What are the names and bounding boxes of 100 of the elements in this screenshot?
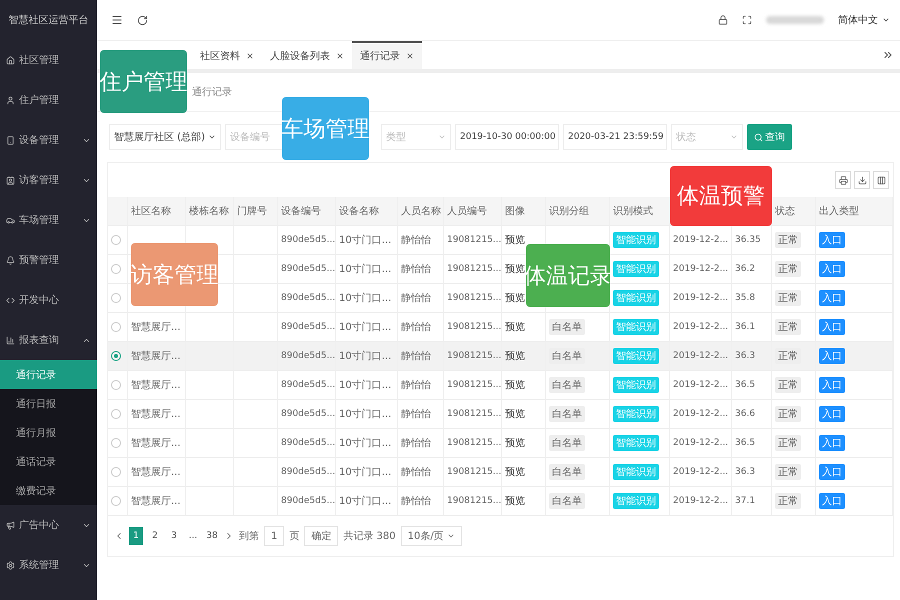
radio-button[interactable] [111,496,121,506]
image-preview-link[interactable]: 预览 [505,233,525,247]
page-number[interactable]: 2 [148,527,162,545]
sidebar-item[interactable]: 社区管理 [0,40,97,80]
breadcrumb: 通行记录 [192,86,232,99]
radio-button[interactable] [111,293,121,303]
user-icon [6,96,15,104]
table-cell: 890de5d5... [278,429,336,457]
image-preview-link[interactable]: 预览 [505,465,525,479]
table-cell: 890de5d5... [278,400,336,428]
status-tag: 正常 [775,464,801,480]
table-cell: 2019-12-2... [670,400,732,428]
feature-label: 车场管理 [282,97,369,160]
table-cell: 10寸门口... [336,400,398,428]
group-tag: 白名单 [549,377,585,393]
lock-icon[interactable] [718,15,728,25]
mode-tag: 智能识别 [613,435,659,451]
sidebar-item[interactable]: 系统管理 [0,545,97,585]
sidebar-item[interactable]: 开发中心 [0,280,97,320]
confirm-button[interactable]: 确定 [304,526,338,546]
group-tag: 白名单 [549,464,585,480]
sidebar-item[interactable]: 报表查询 [0,320,97,360]
image-preview-link[interactable]: 预览 [505,291,525,305]
radio-button[interactable] [111,264,121,274]
close-icon[interactable] [406,52,414,60]
selected-row[interactable]: 智慧展厅... 890de5d5... 10寸门口... 静怡怡 19081215... 预览 白名单 智能识别 2019-12-2... 36.3 正常 入口 [108,342,893,371]
status-tag: 正常 [775,232,801,248]
table-cell: 890de5d5... [278,487,336,515]
phone-icon [6,136,15,144]
sidebar-item[interactable]: 车场管理 [0,200,97,240]
fullscreen-icon[interactable] [742,15,752,25]
refresh-icon[interactable] [137,14,148,26]
table-cell: 静怡怡 [398,226,444,254]
column-header: 人员名称 [398,197,444,225]
radio-button[interactable] [111,351,121,361]
mode-tag: 智能识别 [613,232,659,248]
close-icon[interactable] [246,52,254,60]
menu-icon[interactable] [111,14,123,26]
bell-icon [6,256,15,264]
image-preview-link[interactable]: 预览 [505,436,525,450]
direction-tag: 入口 [819,348,845,364]
radio-button[interactable] [111,235,121,245]
input-field[interactable]: 2020-03-21 23:59:59 [563,124,667,150]
sidebar-subitem[interactable]: 通行日报 [0,389,97,418]
bar-chart-icon [6,336,15,344]
page-tab[interactable]: 人脸设备列表 [262,41,352,69]
sidebar-subitem[interactable]: 缴费记录 [0,476,97,505]
radio-button[interactable] [111,438,121,448]
group-tag: 白名单 [549,406,585,422]
code-icon [6,296,15,304]
direction-tag: 入口 [819,435,845,451]
sidebar-item[interactable]: 设备管理 [0,120,97,160]
image-preview-link[interactable]: 预览 [505,407,525,421]
table-cell: 19081215... [444,371,502,399]
sidebar-item[interactable]: 住户管理 [0,80,97,120]
column-header: 设备编号 [278,197,336,225]
table-cell: 2019-12-2... [670,255,732,283]
image-preview-link[interactable]: 预览 [505,320,525,334]
page-number[interactable]: ... [186,527,200,545]
table-cell: 19081215... [444,255,502,283]
table-cell: 35.8 [732,284,772,312]
close-icon[interactable] [336,52,344,60]
sidebar-item[interactable]: 预警管理 [0,240,97,280]
radio-button[interactable] [111,322,121,332]
radio-button[interactable] [111,409,121,419]
language-dropdown[interactable]: 简体中文 [838,13,890,27]
image-preview-link[interactable]: 预览 [505,378,525,392]
sidebar-item[interactable]: 访客管理 [0,160,97,200]
page-number[interactable]: 38 [205,527,219,545]
megaphone-icon [6,520,15,530]
direction-tag: 入口 [819,232,845,248]
columns-icon[interactable] [873,171,889,189]
status-tag: 正常 [775,319,801,335]
image-preview-link[interactable]: 预览 [505,494,525,508]
select-field[interactable]: 智慧展厅社区 (总部) [109,124,221,150]
table-cell: 静怡怡 [398,255,444,283]
sidebar-subitem[interactable]: 通话记录 [0,447,97,476]
double-chevron-right-icon[interactable] [882,49,894,61]
table-cell: 36.1 [732,313,772,341]
page-tab[interactable]: 通行记录 [352,41,422,69]
direction-tag: 入口 [819,464,845,480]
table-cell: 19081215... [444,429,502,457]
image-preview-link[interactable]: 预览 [505,349,525,363]
table-cell: 890de5d5... [278,284,336,312]
radio-button[interactable] [111,467,121,477]
column-header: 识别分组 [546,197,610,225]
page-tab[interactable]: 社区资料 [192,41,262,69]
sidebar-item[interactable]: 广告中心 [0,505,97,545]
radio-button[interactable] [111,380,121,390]
sidebar-subitem[interactable]: 通行月报 [0,418,97,447]
input-field[interactable]: 2019-10-30 00:00:00 [455,124,559,150]
page-number[interactable]: 3 [167,527,181,545]
table-cell: 36.3 [732,458,772,486]
print-icon[interactable] [835,171,851,189]
download-icon[interactable] [854,171,870,189]
table-cell: 19081215... [444,400,502,428]
image-preview-link[interactable]: 预览 [505,262,525,276]
table-cell: 10寸门口... [336,226,398,254]
page-size-select[interactable]: 10条/页 [400,526,462,546]
page-input[interactable]: 1 [264,526,284,546]
